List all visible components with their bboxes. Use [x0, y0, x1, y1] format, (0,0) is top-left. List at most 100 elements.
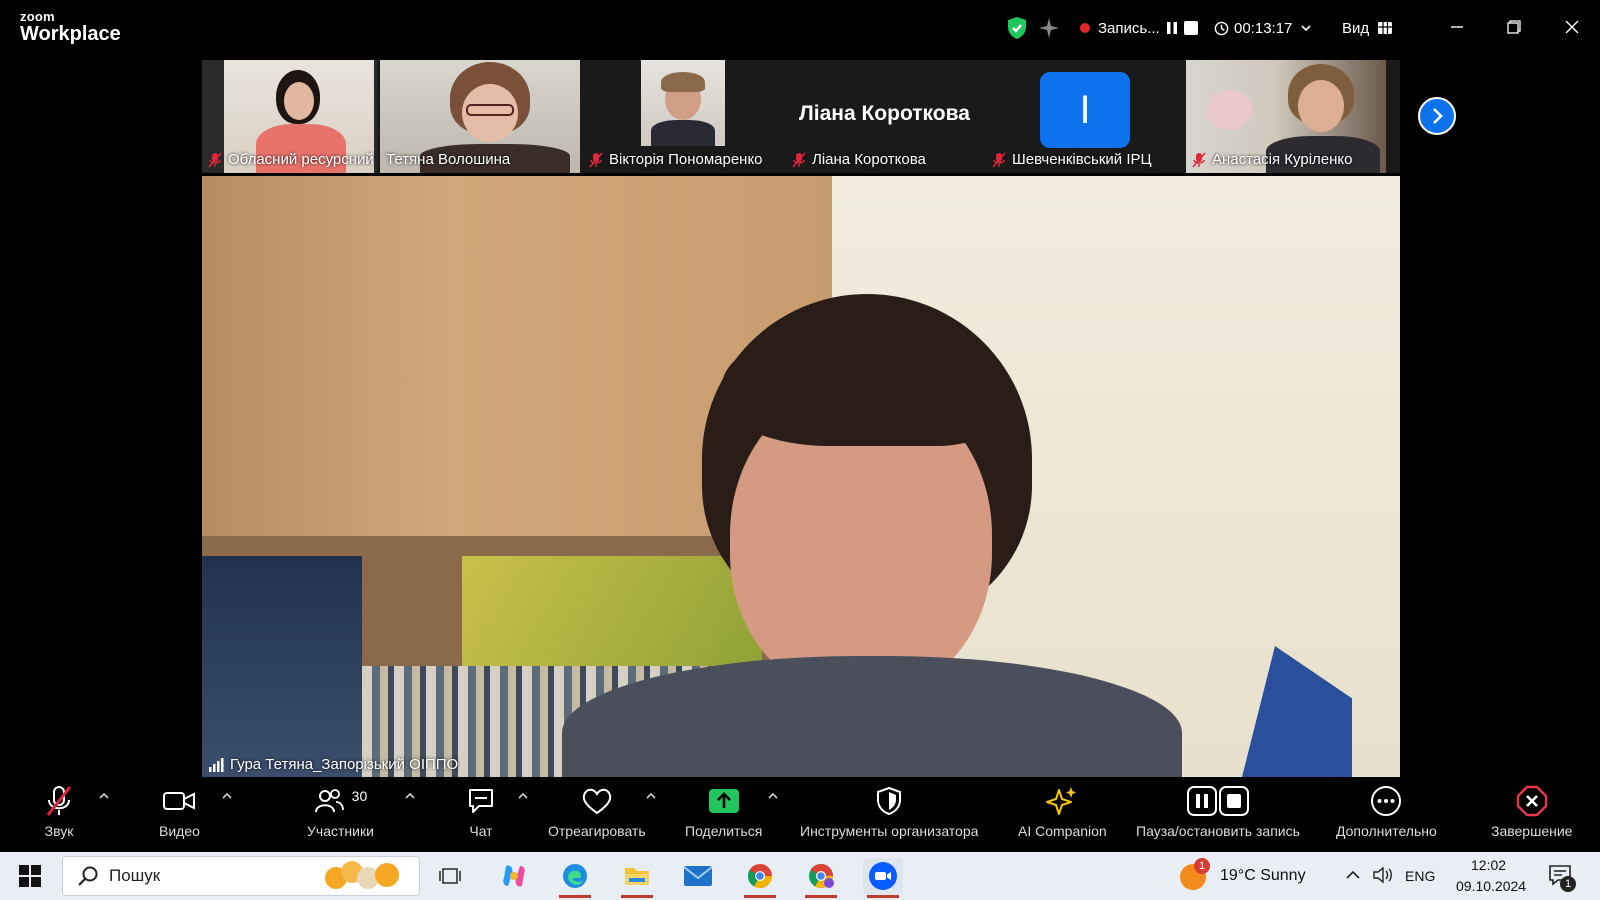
mail-icon — [683, 866, 713, 886]
participant-name: Шевченківський ІРЦ — [992, 151, 1152, 168]
more-label: Дополнительно — [1336, 823, 1437, 839]
host-tools-label: Инструменты организатора — [800, 823, 979, 839]
participant-center-name: Ліана Короткова — [799, 102, 970, 125]
chat-label: Чат — [469, 823, 493, 839]
chevron-up-icon[interactable] — [1345, 868, 1361, 882]
copilot-app[interactable] — [494, 858, 534, 894]
mic-muted-icon — [46, 786, 72, 816]
pause-stop-icon — [1186, 786, 1249, 816]
participant-tile[interactable]: Анастасія Куріленко — [1186, 60, 1386, 173]
participant-tile[interactable]: Обласний ресурсний ... — [202, 60, 377, 173]
share-screen-icon — [708, 789, 739, 813]
timer-text: 00:13:17 — [1234, 19, 1293, 37]
task-view-icon — [439, 868, 461, 884]
react-button[interactable]: Отреагировать — [548, 783, 646, 839]
weather-icon[interactable]: 1 — [1180, 858, 1210, 890]
task-view-button[interactable] — [430, 858, 470, 894]
video-button[interactable]: Видео — [159, 783, 200, 839]
clock-date[interactable]: 09.10.2024 — [1456, 878, 1526, 894]
language-indicator[interactable]: ENG — [1405, 868, 1435, 884]
ai-companion-button[interactable]: AI Companion — [1018, 783, 1107, 839]
pause-recording-button[interactable] — [1164, 14, 1180, 42]
mic-muted-icon — [589, 151, 603, 168]
participant-tile[interactable]: Тетяна Волошина — [380, 60, 580, 173]
chrome-profile-icon — [809, 863, 834, 889]
weather-badge: 1 — [1194, 858, 1210, 874]
participant-strip: Обласний ресурсний ... Тетяна Волошина В… — [202, 60, 1400, 173]
mic-muted-icon — [208, 151, 222, 168]
chat-options-caret-icon[interactable] — [516, 789, 530, 803]
notifications-button[interactable]: 1 — [1548, 864, 1578, 892]
mic-muted-icon — [1192, 151, 1206, 168]
active-speaker-video[interactable]: Гура Тетяна_Запорізький ОІППО — [202, 176, 1400, 777]
heart-icon — [582, 788, 612, 815]
sparkle-icon[interactable] — [1038, 14, 1060, 42]
chrome-profile-app[interactable] — [801, 858, 841, 898]
end-meeting-icon — [1516, 785, 1547, 817]
close-button[interactable] — [1557, 12, 1587, 42]
encryption-shield-icon[interactable] — [1006, 14, 1028, 42]
audio-options-caret-icon[interactable] — [97, 789, 111, 803]
react-options-caret-icon[interactable] — [644, 789, 658, 803]
chat-button[interactable]: Чат — [466, 783, 496, 839]
more-dots-icon — [1371, 786, 1402, 816]
search-icon — [78, 866, 98, 886]
participant-name: Ліана Короткова — [792, 151, 926, 168]
logo-line2: Workplace — [20, 23, 121, 45]
zoom-icon — [869, 862, 897, 890]
next-page-button[interactable] — [1418, 97, 1456, 135]
participant-tile[interactable]: І Шевченківський ІРЦ — [986, 60, 1183, 173]
more-button[interactable]: Дополнительно — [1336, 783, 1437, 839]
recording-indicator[interactable]: Запись... — [1080, 14, 1160, 42]
participant-tile[interactable]: Вікторія Пономаренко — [583, 60, 783, 173]
edge-app[interactable] — [555, 858, 595, 898]
share-screen-button[interactable]: Поделиться — [685, 783, 762, 839]
recording-label: Запись... — [1098, 19, 1160, 37]
end-meeting-button[interactable]: Завершение — [1491, 783, 1572, 839]
weather-text[interactable]: 19°C Sunny — [1220, 867, 1306, 885]
zoom-app[interactable] — [863, 858, 903, 898]
view-button[interactable]: Вид — [1342, 14, 1393, 42]
participants-options-caret-icon[interactable] — [403, 789, 417, 803]
zoom-window: zoom Workplace Запись... 00:13:17 Вид Об… — [0, 0, 1600, 852]
view-label: Вид — [1342, 19, 1370, 37]
participants-button[interactable]: 30 Участники — [307, 783, 374, 839]
restore-button[interactable] — [1499, 12, 1529, 42]
participant-name: Обласний ресурсний ... — [208, 151, 377, 168]
taskbar-search[interactable]: Пошук — [62, 856, 420, 896]
logo-line1: zoom — [20, 9, 55, 24]
pause-stop-recording-button[interactable]: Пауза/остановить запись — [1136, 783, 1300, 839]
mail-app[interactable] — [678, 858, 718, 894]
participants-count: 30 — [351, 788, 368, 804]
speaker-name-label: Гура Тетяна_Запорізький ОІППО — [208, 756, 458, 773]
audio-label: Звук — [44, 823, 74, 839]
volume-icon[interactable] — [1372, 866, 1394, 884]
books-green — [462, 556, 762, 676]
stop-recording-button[interactable] — [1184, 14, 1198, 42]
signal-strength-icon — [209, 757, 224, 772]
file-explorer-app[interactable] — [617, 858, 657, 898]
participant-name: Тетяна Волошина — [386, 151, 511, 168]
minimize-button[interactable] — [1442, 12, 1472, 42]
chevron-right-icon — [1433, 108, 1443, 124]
clock-time[interactable]: 12:02 — [1471, 857, 1506, 873]
video-options-caret-icon[interactable] — [220, 789, 234, 803]
participants-label: Участники — [307, 823, 374, 839]
zoom-logo: zoom Workplace — [20, 10, 121, 44]
host-tools-button[interactable]: Инструменты организатора — [800, 783, 978, 839]
edge-browser-icon — [563, 864, 587, 888]
meeting-timer[interactable]: 00:13:17 — [1214, 14, 1312, 42]
chrome-app[interactable] — [740, 858, 780, 898]
participant-name: Анастасія Куріленко — [1192, 151, 1353, 168]
participant-tile[interactable]: Ліана Короткова Ліана Короткова — [786, 60, 983, 173]
shield-icon — [877, 786, 902, 816]
chrome-icon — [747, 864, 772, 889]
ai-companion-label: AI Companion — [1018, 823, 1107, 839]
audio-button[interactable]: Звук — [44, 783, 74, 839]
participant-name: Вікторія Пономаренко — [589, 151, 763, 168]
start-button[interactable] — [10, 858, 50, 894]
minimize-icon — [1451, 26, 1463, 28]
pause-icon — [1167, 22, 1177, 34]
pause-record-label: Пауза/остановить запись — [1136, 823, 1300, 839]
share-options-caret-icon[interactable] — [766, 789, 780, 803]
